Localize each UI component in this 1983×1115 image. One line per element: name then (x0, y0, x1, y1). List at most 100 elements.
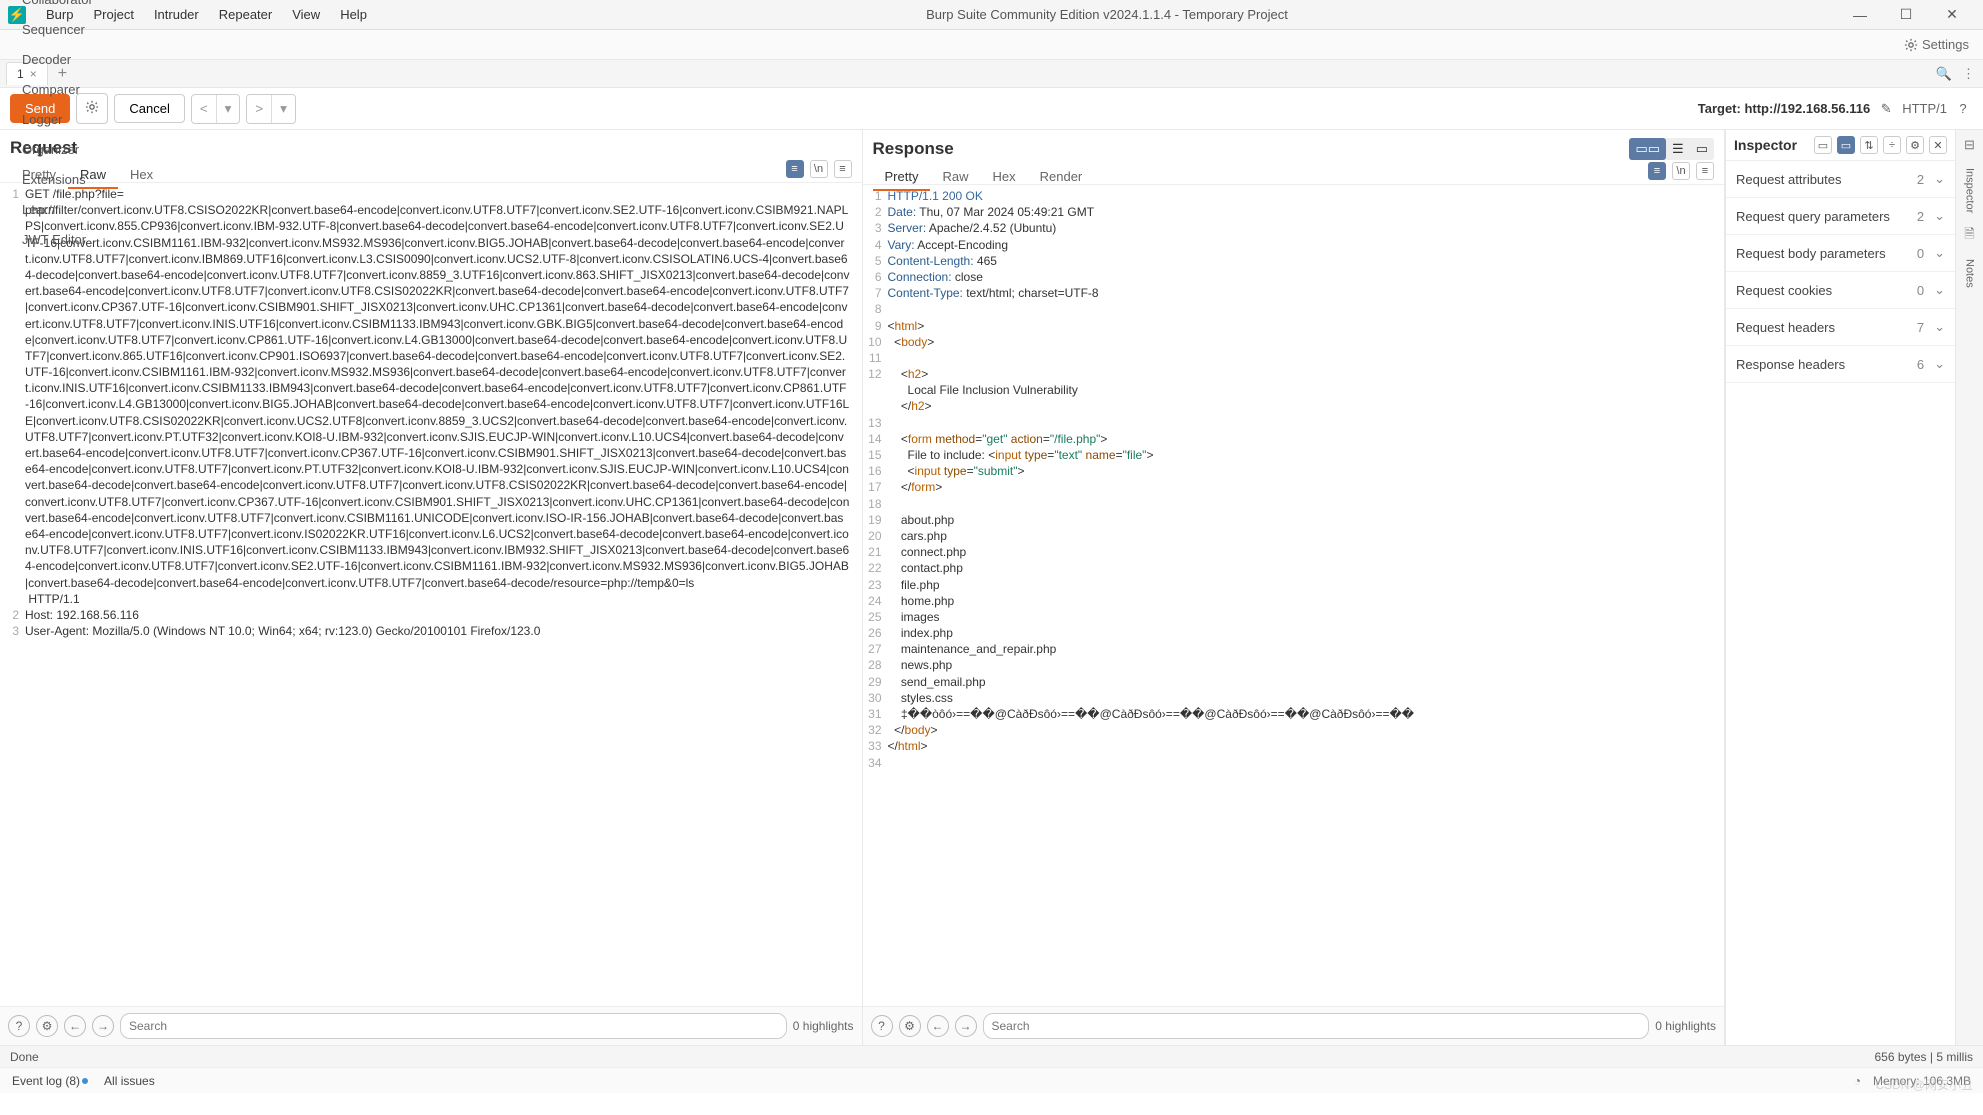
menu-help[interactable]: Help (330, 7, 377, 22)
maximize-button[interactable]: ☐ (1883, 6, 1929, 23)
layout-horizontal-icon[interactable]: ▭▭ (1629, 138, 1666, 160)
target-label: Target: http://192.168.56.116 (1698, 101, 1870, 116)
next-match-icon[interactable]: → (92, 1015, 114, 1037)
next-match-icon[interactable]: → (955, 1015, 977, 1037)
response-title: Response (873, 139, 954, 159)
event-log-link[interactable]: Event log (8) (12, 1074, 88, 1088)
response-highlights: 0 highlights (1655, 1019, 1716, 1033)
chevron-down-icon: ⌄ (1934, 208, 1945, 224)
toggle-view-icon[interactable]: ≡ (1648, 162, 1666, 180)
request-highlights: 0 highlights (793, 1019, 854, 1033)
layout-vertical-icon[interactable]: ☰ (1666, 138, 1690, 160)
tab-comparer[interactable]: Comparer (8, 75, 107, 105)
inspector-title: Inspector (1734, 137, 1797, 153)
inspector-row-label: Request headers (1736, 320, 1835, 335)
notification-dot-icon (82, 1078, 88, 1084)
layout-toggles[interactable]: ▭▭ ☰ ▭ (1629, 138, 1714, 160)
tab-learn[interactable]: Learn (8, 195, 107, 225)
settings-icon[interactable]: ⚙ (899, 1015, 921, 1037)
settings-icon[interactable]: ⚙ (36, 1015, 58, 1037)
collapse-icon[interactable]: ⊟ (1961, 136, 1979, 154)
inspector-row-label: Request attributes (1736, 172, 1842, 187)
newline-icon[interactable]: \n (1672, 162, 1690, 180)
divide-icon[interactable]: ÷ (1883, 136, 1901, 154)
history-forward-menu[interactable]: ▾ (272, 95, 295, 123)
hamburger-icon[interactable]: ≡ (1696, 162, 1714, 180)
response-view-tabs: PrettyRawHexRender ≡ \n ≡ (863, 162, 1725, 185)
history-back-group: < ▾ (191, 94, 241, 124)
titlebar: ⚡ BurpProjectIntruderRepeaterViewHelp Bu… (0, 0, 1983, 30)
chevron-down-icon: ⌄ (1934, 319, 1945, 335)
menu-intruder[interactable]: Intruder (144, 7, 209, 22)
close-icon[interactable]: ✕ (1929, 136, 1947, 154)
prev-match-icon[interactable]: ← (64, 1015, 86, 1037)
rail-inspector[interactable]: Inspector (1964, 162, 1976, 219)
minimize-button[interactable]: — (1837, 7, 1883, 23)
history-back-menu[interactable]: ▾ (217, 95, 240, 123)
more-icon[interactable]: ⋮ (1962, 66, 1975, 82)
close-button[interactable]: ✕ (1929, 6, 1975, 23)
layout-icon[interactable]: ▭ (1814, 136, 1832, 154)
settings-label: Settings (1922, 37, 1969, 52)
watermark: CSDN @网安小丑 (1875, 1076, 1973, 1093)
tab-collaborator[interactable]: Collaborator (8, 0, 107, 15)
inspector-row[interactable]: Request body parameters 0 ⌄ (1726, 235, 1955, 272)
inspector-row[interactable]: Request cookies 0 ⌄ (1726, 272, 1955, 309)
notes-icon[interactable]: 🗎 (1961, 227, 1979, 245)
chevron-down-icon: ⌄ (1934, 245, 1945, 261)
inspector-row-count: 2 (1917, 209, 1924, 224)
newline-icon[interactable]: \n (810, 160, 828, 178)
help-icon[interactable]: ? (871, 1015, 893, 1037)
response-search-input[interactable] (983, 1013, 1650, 1039)
chevron-down-icon: ⌄ (1934, 356, 1945, 372)
request-editor[interactable]: 1GET /file.php?file=php://filter/convert… (0, 183, 862, 1006)
inspector-row-label: Request query parameters (1736, 209, 1890, 224)
tab-jwt-editor[interactable]: JWT Editor (8, 225, 107, 255)
gear-icon[interactable]: ⚙ (1906, 136, 1924, 154)
tab-decoder[interactable]: Decoder (8, 45, 107, 75)
tab-logger[interactable]: Logger (8, 105, 107, 135)
inspector-row[interactable]: Request headers 7 ⌄ (1726, 309, 1955, 346)
inspector-row[interactable]: Response headers 6 ⌄ (1726, 346, 1955, 383)
response-panel: Response ▭▭ ☰ ▭ PrettyRawHexRender ≡ \n … (863, 130, 1726, 1045)
edit-target-icon[interactable]: ✎ (1876, 99, 1896, 119)
layout-icon-active[interactable]: ▭ (1837, 136, 1855, 154)
rail-notes[interactable]: Notes (1964, 253, 1976, 294)
menu-repeater[interactable]: Repeater (209, 7, 282, 22)
menu-view[interactable]: View (282, 7, 330, 22)
inspector-panel: Inspector ▭ ▭ ⇅ ÷ ⚙ ✕ Request attributes… (1725, 130, 1955, 1045)
all-issues-link[interactable]: All issues (104, 1074, 155, 1088)
repeater-toolbar: Send Cancel < ▾ > ▾ Target: http://192.1… (0, 88, 1983, 130)
tab-extensions[interactable]: Extensions (8, 165, 107, 195)
settings-button[interactable]: Settings (1890, 37, 1983, 52)
search-icon[interactable]: 🔍 (1936, 66, 1952, 82)
request-search-bar: ? ⚙ ← → 0 highlights (0, 1006, 862, 1045)
repeater-subtabs: 1 × + 🔍 ⋮ (0, 60, 1983, 88)
inspector-row-label: Request cookies (1736, 283, 1832, 298)
inspector-row-count: 7 (1917, 320, 1924, 335)
disk-icon: ◔ (1854, 1074, 1861, 1088)
response-editor[interactable]: 1HTTP/1.1 200 OK2Date: Thu, 07 Mar 2024 … (863, 185, 1725, 1006)
tab-sequencer[interactable]: Sequencer (8, 15, 107, 45)
tab-organizer[interactable]: Organizer (8, 135, 107, 165)
prev-match-icon[interactable]: ← (927, 1015, 949, 1037)
history-forward-button[interactable]: > (247, 95, 272, 123)
inspector-row-count: 0 (1917, 246, 1924, 261)
inspector-row[interactable]: Request query parameters 2 ⌄ (1726, 198, 1955, 235)
request-panel: Request PrettyRawHex ≡ \n ≡ 1GET /file.p… (0, 130, 863, 1045)
protocol-label: HTTP/1 (1902, 101, 1947, 116)
chevron-down-icon: ⌄ (1934, 171, 1945, 187)
request-search-input[interactable] (120, 1013, 787, 1039)
inspector-row-label: Request body parameters (1736, 246, 1886, 261)
toggle-view-icon[interactable]: ≡ (786, 160, 804, 178)
help-icon[interactable]: ? (1953, 99, 1973, 119)
expand-icon[interactable]: ⇅ (1860, 136, 1878, 154)
inspector-row[interactable]: Request attributes 2 ⌄ (1726, 161, 1955, 198)
hamburger-icon[interactable]: ≡ (834, 160, 852, 178)
gear-icon (1904, 38, 1918, 52)
help-icon[interactable]: ? (8, 1015, 30, 1037)
workspace: Request PrettyRawHex ≡ \n ≡ 1GET /file.p… (0, 130, 1983, 1045)
layout-single-icon[interactable]: ▭ (1690, 138, 1714, 160)
history-back-button[interactable]: < (192, 95, 217, 123)
cancel-button[interactable]: Cancel (114, 94, 184, 123)
